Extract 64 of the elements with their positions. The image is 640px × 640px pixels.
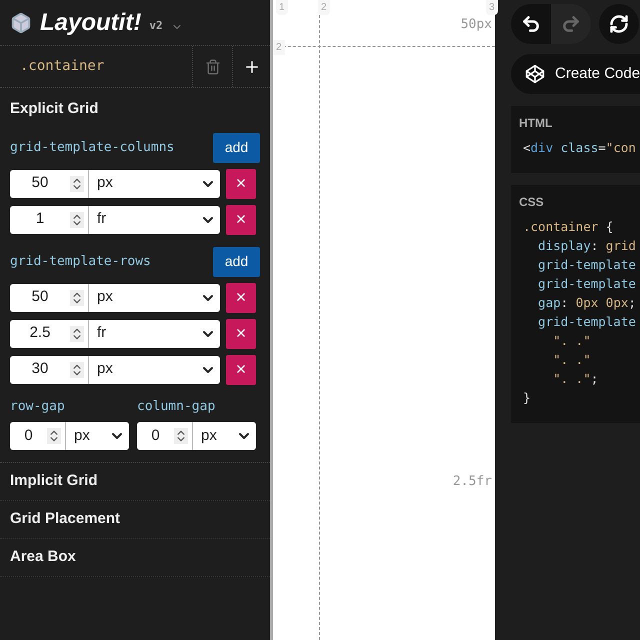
stepper-icon[interactable] <box>47 428 61 444</box>
column-size-label: 50px <box>460 16 492 34</box>
version-label[interactable]: v2 <box>149 18 163 35</box>
column-number: 3 <box>486 0 498 15</box>
code-line: grid-template <box>537 313 637 331</box>
unit-select[interactable]: px <box>66 422 129 450</box>
code-panel-title: CSS <box>518 194 545 211</box>
unit-select[interactable]: fr <box>89 320 220 348</box>
code-line: <div class="con <box>522 139 637 157</box>
code-line: ". ." <box>552 351 592 369</box>
unit-select[interactable]: fr <box>89 206 220 234</box>
create-code-button[interactable]: Create Code <box>511 54 640 94</box>
refresh-icon <box>609 14 629 34</box>
number-field[interactable]: 0 <box>137 422 193 450</box>
code-line: display: grid <box>537 237 637 255</box>
stepper-icon[interactable] <box>70 290 84 306</box>
code-line: grid-template <box>537 256 637 274</box>
stepper-icon[interactable] <box>70 176 84 192</box>
column-number: 2 <box>318 0 330 15</box>
remove-button[interactable]: × <box>226 204 256 234</box>
column-number: 1 <box>276 0 288 15</box>
stepper-icon[interactable] <box>70 362 84 378</box>
stepper-icon[interactable] <box>70 326 84 342</box>
redo-icon <box>561 14 581 34</box>
code-panel-title: HTML <box>518 115 554 132</box>
property-label: grid-template-rows <box>10 252 151 271</box>
selector-name[interactable]: .container <box>0 56 192 77</box>
property-label: grid-template-columns <box>10 138 174 157</box>
number-field[interactable]: 50 <box>10 284 89 312</box>
property-label: column-gap <box>137 398 216 416</box>
number-field[interactable]: 30 <box>10 356 89 384</box>
code-line: ". ." <box>552 332 592 350</box>
reset-button[interactable] <box>599 4 639 44</box>
add-button[interactable]: add <box>213 132 260 162</box>
trash-icon[interactable] <box>204 58 220 74</box>
number-field[interactable]: 2.5 <box>10 320 89 348</box>
remove-button[interactable]: × <box>226 282 256 312</box>
undo-icon <box>521 14 541 34</box>
row-number: 2 <box>273 40 285 55</box>
number-field[interactable]: 0 <box>10 422 66 450</box>
code-line: .container { <box>522 218 614 236</box>
section-title[interactable]: Explicit Grid <box>10 98 260 120</box>
number-field[interactable]: 50 <box>10 170 89 198</box>
undo-button[interactable] <box>511 4 551 44</box>
code-line: grid-template <box>537 275 637 293</box>
unit-select[interactable]: px <box>89 170 220 198</box>
remove-button[interactable]: × <box>226 168 256 198</box>
remove-button[interactable]: × <box>226 354 256 384</box>
stepper-icon[interactable] <box>70 212 84 228</box>
unit-select[interactable]: px <box>89 284 220 312</box>
cube-icon <box>10 12 32 34</box>
code-line: ". ."; <box>552 370 600 388</box>
unit-select[interactable]: px <box>89 356 220 384</box>
property-label: row-gap <box>10 398 66 416</box>
remove-button[interactable]: × <box>226 318 256 348</box>
codepen-icon <box>525 64 545 84</box>
row-size-label: 2.5fr <box>452 473 492 491</box>
code-line: gap: 0px 0px; <box>537 294 637 312</box>
code-line: } <box>522 389 532 407</box>
stepper-icon[interactable] <box>174 428 188 444</box>
number-field[interactable]: 1 <box>10 206 89 234</box>
add-button[interactable]: add <box>213 246 260 276</box>
app-logo: Layoutit! <box>40 8 142 38</box>
unit-select[interactable]: px <box>193 422 256 450</box>
